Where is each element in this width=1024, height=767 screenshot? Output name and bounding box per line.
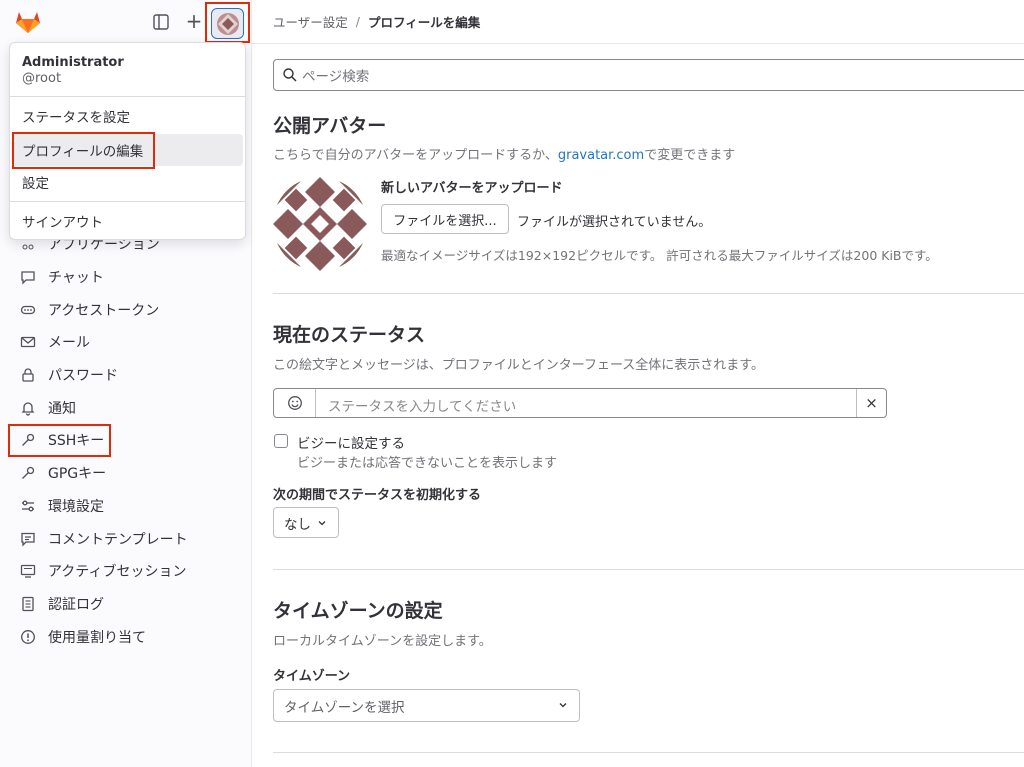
chat-icon	[20, 269, 36, 285]
section-divider	[273, 293, 1024, 294]
emoji-picker-button[interactable]	[274, 389, 316, 417]
sidebar-item-label: コメントテンプレート	[48, 531, 188, 548]
user-menu-username: @root	[22, 71, 62, 86]
bell-icon	[20, 400, 36, 416]
no-file-text: ファイルが選択されていません。	[517, 215, 712, 230]
sidebar-item-password[interactable]: パスワード	[8, 359, 244, 392]
avatar-section-title: 公開アバター	[273, 115, 387, 137]
sidebar-item-label: SSHキー	[48, 433, 105, 450]
gitlab-logo-icon[interactable]	[15, 10, 41, 34]
sidebar-item-comment-templates[interactable]: コメントテンプレート	[8, 522, 244, 555]
preferences-icon	[20, 498, 36, 514]
smiley-icon	[287, 396, 302, 410]
comment-icon	[20, 531, 36, 547]
status-input: ステータスを入力してください ×	[273, 388, 887, 418]
section-divider	[273, 752, 1024, 753]
status-section-title: 現在のステータス	[273, 324, 426, 346]
user-avatar-button[interactable]	[205, 2, 250, 43]
search-placeholder: ページ検索	[302, 69, 370, 85]
breadcrumb-separator: /	[355, 14, 360, 29]
timezone-select[interactable]: タイムゾーンを選択	[273, 689, 580, 722]
mail-icon	[20, 334, 36, 350]
sidebar-item-ssh-keys[interactable]: SSHキー	[8, 424, 111, 457]
user-menu-name: Administrator	[22, 55, 124, 70]
sidebar-toggle-icon[interactable]	[152, 13, 170, 31]
busy-checkbox[interactable]	[274, 434, 288, 448]
sidebar-item-label: アクセストークン	[48, 302, 160, 319]
sidebar-item-label: アクティブセッション	[48, 564, 187, 581]
clear-status-button[interactable]: ×	[856, 389, 886, 417]
search-input[interactable]: ページ検索	[273, 59, 1024, 91]
sidebar-item-label: 使用量割り当て	[48, 629, 146, 646]
log-icon	[20, 596, 36, 612]
sidebar-item-gpg-keys[interactable]: GPGキー	[8, 457, 244, 490]
menu-item-preferences[interactable]: 設定	[12, 166, 243, 198]
lock-icon	[20, 367, 36, 383]
description-text: こちらで自分のアバターをアップロードするか、	[273, 148, 558, 163]
highlight-box	[12, 132, 155, 169]
gravatar-link[interactable]: gravatar.com	[558, 148, 644, 163]
create-new-icon[interactable]: +	[185, 11, 203, 31]
sidebar-item-usage-quotas[interactable]: 使用量割り当て	[8, 620, 244, 653]
search-icon	[283, 68, 297, 82]
menu-item-sign-out[interactable]: サインアウト	[12, 205, 243, 237]
avatar	[211, 8, 244, 39]
timezone-label: タイムゾーン	[273, 669, 351, 684]
busy-checkbox-label[interactable]: ビジーに設定する	[297, 432, 405, 452]
status-section-description: この絵文字とメッセージは、プロファイルとインターフェース全体に表示されます。	[273, 358, 765, 373]
clear-status-after-select[interactable]: なし	[273, 507, 339, 538]
breadcrumb-parent-link[interactable]: ユーザー設定	[273, 12, 348, 31]
timezone-section-title: タイムゾーンの設定	[273, 600, 443, 622]
chevron-down-icon	[559, 703, 567, 708]
sidebar-item-chat[interactable]: チャット	[8, 261, 244, 294]
sidebar-header: +	[0, 0, 252, 44]
avatar	[273, 177, 367, 271]
select-value: なし	[284, 516, 311, 533]
chevron-down-icon	[318, 520, 326, 525]
select-placeholder: タイムゾーンを選択	[284, 699, 405, 716]
identicon-icon	[216, 12, 239, 35]
timezone-section-description: ローカルタイムゾーンを設定します。	[273, 634, 492, 649]
sidebar-item-label: 認証ログ	[48, 596, 104, 613]
token-icon	[20, 302, 36, 318]
section-divider	[273, 569, 1024, 570]
sidebar-item-access-tokens[interactable]: アクセストークン	[8, 293, 244, 326]
status-message-field[interactable]: ステータスを入力してください	[328, 395, 516, 415]
key-icon	[20, 432, 36, 448]
sidebar-item-emails[interactable]: メール	[8, 326, 244, 359]
upload-avatar-title: 新しいアバターをアップロード	[381, 181, 563, 196]
choose-file-button[interactable]: ファイルを選択...	[381, 204, 509, 234]
quota-icon	[20, 629, 36, 645]
busy-help-text: ビジーまたは応答できないことを表示します	[297, 456, 558, 471]
sidebar-item-label: チャット	[48, 270, 104, 287]
breadcrumb: ユーザー設定 / プロフィールを編集	[252, 0, 1024, 44]
key-icon	[20, 465, 36, 481]
menu-item-set-status[interactable]: ステータスを設定	[12, 100, 243, 132]
sidebar-item-label: パスワード	[48, 368, 118, 385]
breadcrumb-current: プロフィールを編集	[367, 15, 481, 30]
sidebar-item-active-sessions[interactable]: アクティブセッション	[8, 555, 244, 588]
monitor-icon	[20, 563, 36, 579]
user-menu-dropdown: Administrator @root ステータスを設定 プロフィールの編集 設…	[9, 42, 246, 240]
divider	[10, 201, 245, 202]
sidebar-nav: アプリケーション チャット アクセストークン メール パスワード 通知 SSHキ…	[8, 228, 244, 653]
sidebar-item-authentication-log[interactable]: 認証ログ	[8, 588, 244, 621]
avatar-size-note: 最適なイメージサイズは192×192ピクセルです。 許可される最大ファイルサイズ…	[381, 248, 938, 263]
sidebar-item-label: メール	[48, 335, 90, 352]
description-text: で変更できます	[644, 148, 736, 163]
clear-status-after-label: 次の期間でステータスを初期化する	[273, 488, 482, 503]
avatar-section-description: こちらで自分のアバターをアップロードするか、gravatar.comで変更できま…	[273, 144, 735, 163]
sidebar-item-notifications[interactable]: 通知	[8, 391, 244, 424]
sidebar-item-label: 環境設定	[48, 498, 104, 515]
divider	[10, 96, 245, 97]
sidebar-item-label: 通知	[48, 400, 76, 417]
sidebar-item-preferences[interactable]: 環境設定	[8, 490, 244, 523]
sidebar-item-label: GPGキー	[48, 466, 107, 483]
